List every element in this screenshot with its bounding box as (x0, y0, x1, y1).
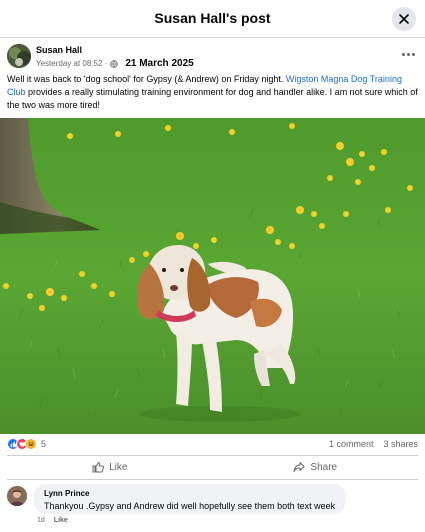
share-label: Share (310, 461, 338, 473)
post-stats: 5 1 comment 3 shares (7, 437, 418, 453)
comment-meta: 1d Like (37, 517, 68, 524)
comment-bubble: Lynn Prince Thankyou .Gypsy and Andrew d… (34, 484, 346, 514)
close-button[interactable] (392, 7, 416, 31)
thumbs-up-icon (92, 462, 105, 473)
comment-text: Thankyou .Gypsy and Andrew did well hope… (44, 501, 336, 511)
comments-count-link[interactable]: 1 comment (329, 439, 374, 449)
post-time[interactable]: Yesterday at 08:52 · (36, 59, 107, 68)
commenter-avatar[interactable] (7, 486, 27, 506)
post-photo[interactable] (0, 118, 425, 434)
share-arrow-icon (293, 462, 305, 472)
comment-item: Lynn Prince Thankyou .Gypsy and Andrew d… (7, 484, 418, 530)
post-date: 21 March 2025 (125, 58, 194, 69)
post-timestamp: Yesterday at 08:52 · 21 March 2025 (36, 58, 194, 69)
post-author-row: Susan Hall Yesterday at 08:52 · 21 March… (7, 44, 418, 72)
post-dialog-header: Susan Hall's post (0, 0, 425, 38)
comment-like-button[interactable]: Like (54, 517, 68, 524)
dialog-title: Susan Hall's post (154, 10, 271, 26)
haha-reaction-icon (25, 438, 37, 450)
shares-count-link[interactable]: 3 shares (383, 439, 418, 449)
post-body: Well it was back to 'dog school' for Gyp… (7, 73, 418, 112)
more-options-button[interactable] (398, 46, 418, 62)
more-horizontal-icon (401, 52, 405, 56)
post-text-start: Well it was back to 'dog school' for Gyp… (7, 74, 286, 84)
author-name[interactable]: Susan Hall (36, 45, 82, 55)
close-icon (399, 14, 409, 24)
share-button[interactable]: Share (213, 456, 419, 478)
commenter-name[interactable]: Lynn Prince (44, 489, 336, 498)
divider (7, 479, 418, 480)
like-label: Like (109, 461, 128, 473)
reaction-count: 5 (41, 439, 47, 449)
comment-age[interactable]: 1d (37, 517, 45, 524)
globe-icon (110, 59, 119, 68)
author-avatar[interactable] (7, 44, 31, 68)
like-button[interactable]: Like (7, 456, 213, 478)
post-text-end: provides a really stimulating training e… (7, 87, 418, 110)
post-actions: Like Share (7, 456, 418, 478)
reactions-summary[interactable]: 5 (7, 438, 46, 450)
